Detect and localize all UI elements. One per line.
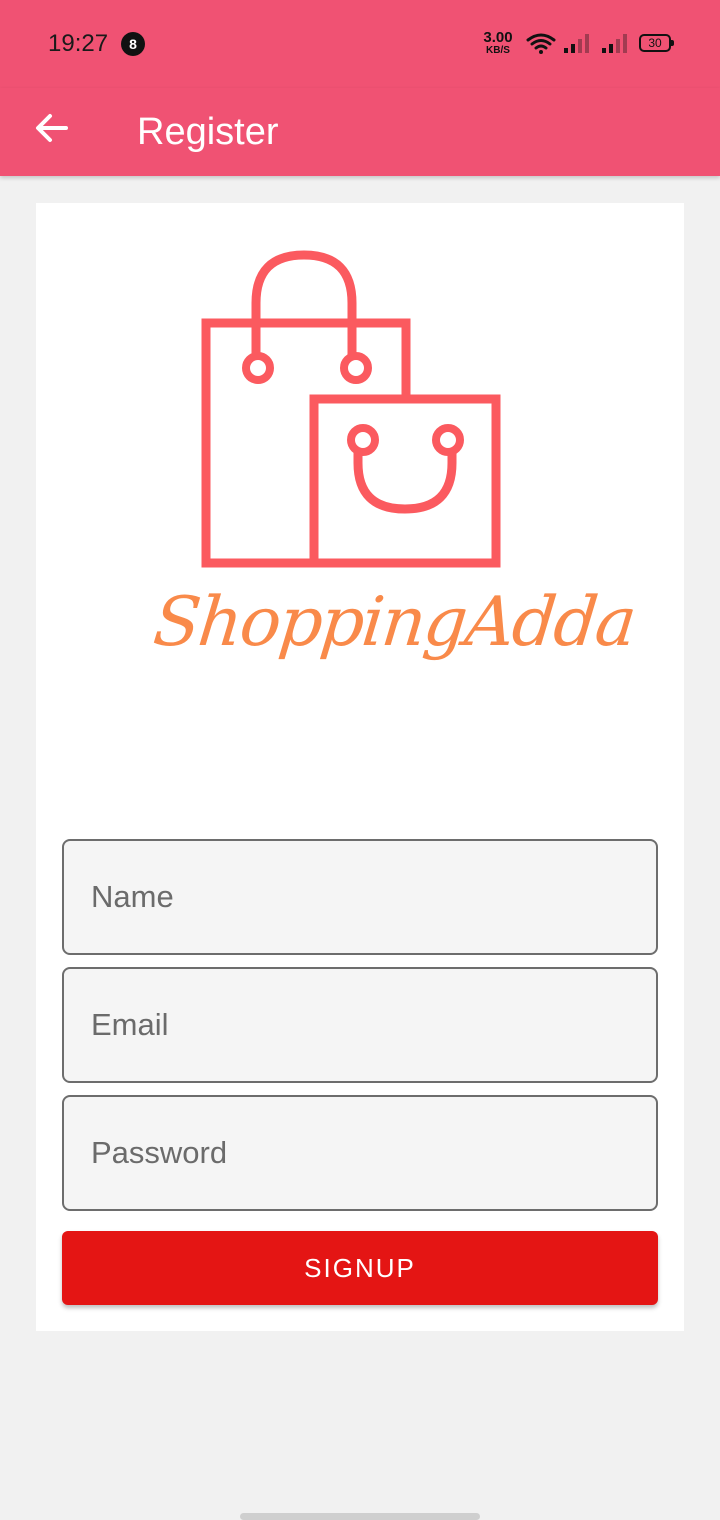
brand-logo-text: ShoppingAdda bbox=[149, 583, 639, 662]
page-title: Register bbox=[137, 111, 279, 153]
status-bar: 19:27 8 3.00 KB/S 30 bbox=[0, 0, 720, 88]
name-input[interactable] bbox=[64, 841, 656, 953]
password-input[interactable] bbox=[64, 1097, 656, 1209]
arrow-left-icon[interactable] bbox=[28, 104, 76, 152]
network-speed: 3.00 KB/S bbox=[480, 30, 516, 56]
notification-badge: 8 bbox=[121, 32, 145, 56]
shopping-bags-icon bbox=[201, 250, 501, 568]
network-speed-unit: KB/S bbox=[486, 45, 510, 56]
signup-button[interactable]: SIGNUP bbox=[62, 1231, 658, 1305]
signal-icon bbox=[564, 34, 589, 53]
signal-icon bbox=[602, 34, 627, 53]
register-card: ShoppingAdda SIGNUP bbox=[36, 203, 684, 1331]
password-field[interactable] bbox=[62, 1095, 658, 1211]
wifi-icon bbox=[526, 33, 556, 54]
home-indicator[interactable] bbox=[240, 1513, 480, 1520]
name-field[interactable] bbox=[62, 839, 658, 955]
network-speed-value: 3.00 bbox=[483, 29, 513, 46]
email-field[interactable] bbox=[62, 967, 658, 1083]
battery-icon: 30 bbox=[639, 34, 674, 52]
status-time: 19:27 bbox=[48, 30, 109, 57]
app-bar: Register bbox=[0, 88, 720, 176]
email-input[interactable] bbox=[64, 969, 656, 1081]
